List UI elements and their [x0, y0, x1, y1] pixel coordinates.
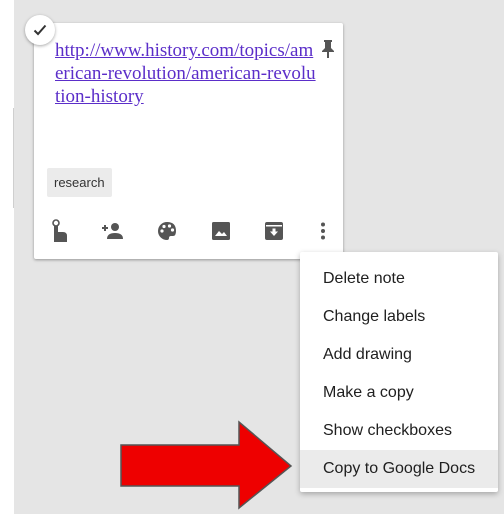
menu-item-copy-to-google-docs[interactable]: Copy to Google Docs: [300, 450, 498, 488]
remind-icon[interactable]: [48, 219, 72, 243]
red-arrow-annotation: [120, 420, 293, 510]
menu-item-delete-note[interactable]: Delete note: [300, 260, 498, 298]
menu-item-add-drawing[interactable]: Add drawing: [300, 336, 498, 374]
label-chip[interactable]: research: [47, 168, 112, 197]
more-vert-icon[interactable]: [311, 219, 335, 243]
image-icon[interactable]: [209, 219, 233, 243]
note-card[interactable]: http://www.history.com/topics/american-r…: [34, 23, 343, 259]
pin-icon[interactable]: [321, 39, 335, 64]
select-note-checkbox[interactable]: [25, 15, 55, 45]
note-toolbar: [34, 215, 343, 247]
note-link[interactable]: http://www.history.com/topics/american-r…: [55, 39, 320, 108]
palette-icon[interactable]: [155, 219, 179, 243]
left-panel-edge: [0, 0, 14, 514]
menu-item-make-a-copy[interactable]: Make a copy: [300, 374, 498, 412]
menu-item-show-checkboxes[interactable]: Show checkboxes: [300, 412, 498, 450]
checkmark-icon: [33, 24, 47, 36]
menu-item-change-labels[interactable]: Change labels: [300, 298, 498, 336]
collaborator-icon[interactable]: [100, 219, 124, 243]
note-options-menu: Delete note Change labels Add drawing Ma…: [300, 252, 498, 492]
divider: [13, 108, 14, 208]
archive-icon[interactable]: [262, 219, 286, 243]
